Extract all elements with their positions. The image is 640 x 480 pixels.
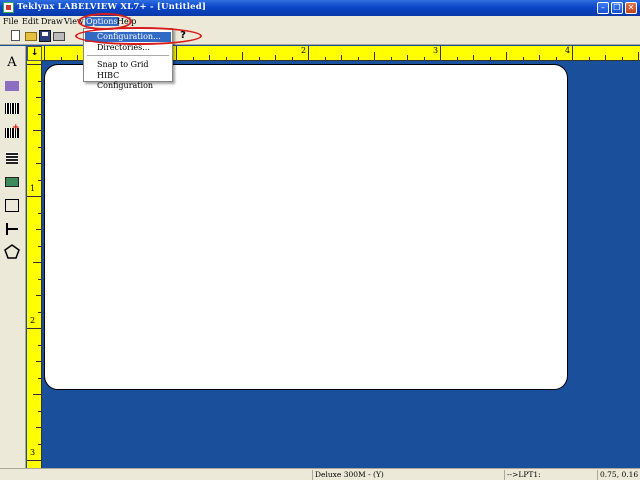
ruler-tick: [36, 229, 41, 230]
ruler-tick: [38, 113, 41, 115]
ruler-tick: [38, 212, 41, 214]
ruler-tick: [36, 163, 41, 164]
graphic-text-icon[interactable]: [3, 77, 21, 95]
ruler-tick: [638, 52, 639, 60]
ruler-tick: [242, 52, 243, 60]
label-canvas[interactable]: [44, 64, 568, 390]
restore-button[interactable]: ❐: [611, 2, 623, 14]
ruler-tick: [33, 262, 41, 263]
ruler-tick: [38, 311, 41, 313]
v-ruler-label-2: 2: [30, 316, 36, 325]
text-tool-icon[interactable]: A: [3, 54, 21, 72]
ruler-tick: [506, 52, 507, 60]
ruler-tick: [572, 46, 573, 60]
ruler-tick: [275, 55, 276, 60]
ruler-tick: [473, 55, 474, 60]
ruler-tick: [489, 57, 491, 60]
ruler-origin-button[interactable]: ↓: [27, 46, 42, 61]
ruler-tick: [324, 57, 326, 60]
ruler-tick: [38, 179, 41, 181]
ruler-tick: [38, 377, 41, 379]
vertical-ruler: 1 2 3: [27, 61, 42, 468]
ruler-tick: [390, 57, 392, 60]
ruler-tick: [38, 278, 41, 280]
minimize-button[interactable]: –: [597, 2, 609, 14]
ruler-tick: [27, 64, 41, 65]
tool-palette: A +: [0, 46, 26, 468]
ruler-tick: [522, 57, 524, 60]
rectangle-tool-icon[interactable]: [3, 196, 21, 214]
menu-separator: [87, 55, 169, 56]
menu-item-snap-to-grid[interactable]: Snap to Grid: [85, 60, 171, 70]
h-ruler-label-4: 4: [565, 46, 571, 55]
ruler-tick: [407, 55, 408, 60]
close-button[interactable]: ✕: [625, 2, 637, 14]
menu-file[interactable]: File: [3, 17, 18, 26]
status-port: -->LPT1:: [504, 470, 596, 480]
ruler-tick: [539, 55, 540, 60]
open-folder-icon[interactable]: [25, 32, 37, 41]
ruler-tick: [44, 46, 45, 60]
ruler-tick: [357, 57, 359, 60]
ruler-tick: [38, 245, 41, 247]
h-ruler-label-2: 2: [301, 46, 307, 55]
ruler-tick: [27, 460, 41, 461]
ruler-tick: [38, 146, 41, 148]
ruler-tick: [27, 196, 41, 197]
ruler-tick: [33, 394, 41, 395]
ruler-tick: [423, 57, 425, 60]
ruler-tick: [341, 55, 342, 60]
menu-draw[interactable]: Draw: [41, 17, 63, 26]
line-tool-icon[interactable]: [3, 220, 21, 238]
v-ruler-label-1: 1: [30, 184, 36, 193]
menu-edit[interactable]: Edit: [22, 17, 39, 26]
ruler-tick: [308, 46, 309, 60]
print-icon[interactable]: [53, 32, 65, 41]
ruler-tick: [38, 80, 41, 82]
ruler-tick: [77, 55, 78, 60]
ruler-tick: [27, 328, 41, 329]
ruler-tick: [36, 97, 41, 98]
h-ruler-label-3: 3: [433, 46, 439, 55]
menu-item-hibc-configuration[interactable]: HIBC Configuration: [85, 71, 171, 90]
ruler-tick: [258, 57, 260, 60]
2d-barcode-icon[interactable]: [3, 149, 21, 167]
status-coords: 0.75, 0.16: [597, 470, 640, 480]
ruler-tick: [176, 46, 177, 60]
hibc-barcode-icon[interactable]: +: [3, 124, 21, 143]
barcode-icon[interactable]: [3, 101, 21, 119]
window-title: Teklynx LABELVIEW XL7+ - [Untitled]: [17, 2, 207, 12]
ruler-tick: [192, 57, 194, 60]
ruler-tick: [36, 361, 41, 362]
polygon-tool-icon[interactable]: [3, 243, 21, 261]
ruler-tick: [621, 57, 623, 60]
ruler-tick: [588, 57, 590, 60]
ruler-tick: [225, 57, 227, 60]
ruler-tick: [33, 130, 41, 131]
ruler-tick: [36, 295, 41, 296]
new-document-icon[interactable]: [11, 30, 20, 41]
ruler-tick: [38, 443, 41, 445]
v-ruler-label-3: 3: [30, 448, 36, 457]
ruler-tick: [60, 57, 62, 60]
ruler-tick: [209, 55, 210, 60]
ruler-tick: [605, 55, 606, 60]
ruler-tick: [456, 57, 458, 60]
status-bar: Deluxe 300M - (Y) -->LPT1: 0.75, 0.16: [0, 468, 640, 480]
ruler-tick: [374, 52, 375, 60]
ruler-tick: [38, 410, 41, 412]
ruler-tick: [555, 57, 557, 60]
app-icon[interactable]: [3, 2, 14, 13]
annotation-circle-configuration: [75, 27, 202, 45]
ruler-tick: [38, 344, 41, 346]
image-tool-icon[interactable]: [3, 173, 21, 191]
status-printer: Deluxe 300M - (Y): [312, 470, 500, 480]
ruler-tick: [291, 57, 293, 60]
ruler-tick: [36, 427, 41, 428]
ruler-tick: [440, 46, 441, 60]
save-icon[interactable]: [39, 30, 51, 42]
